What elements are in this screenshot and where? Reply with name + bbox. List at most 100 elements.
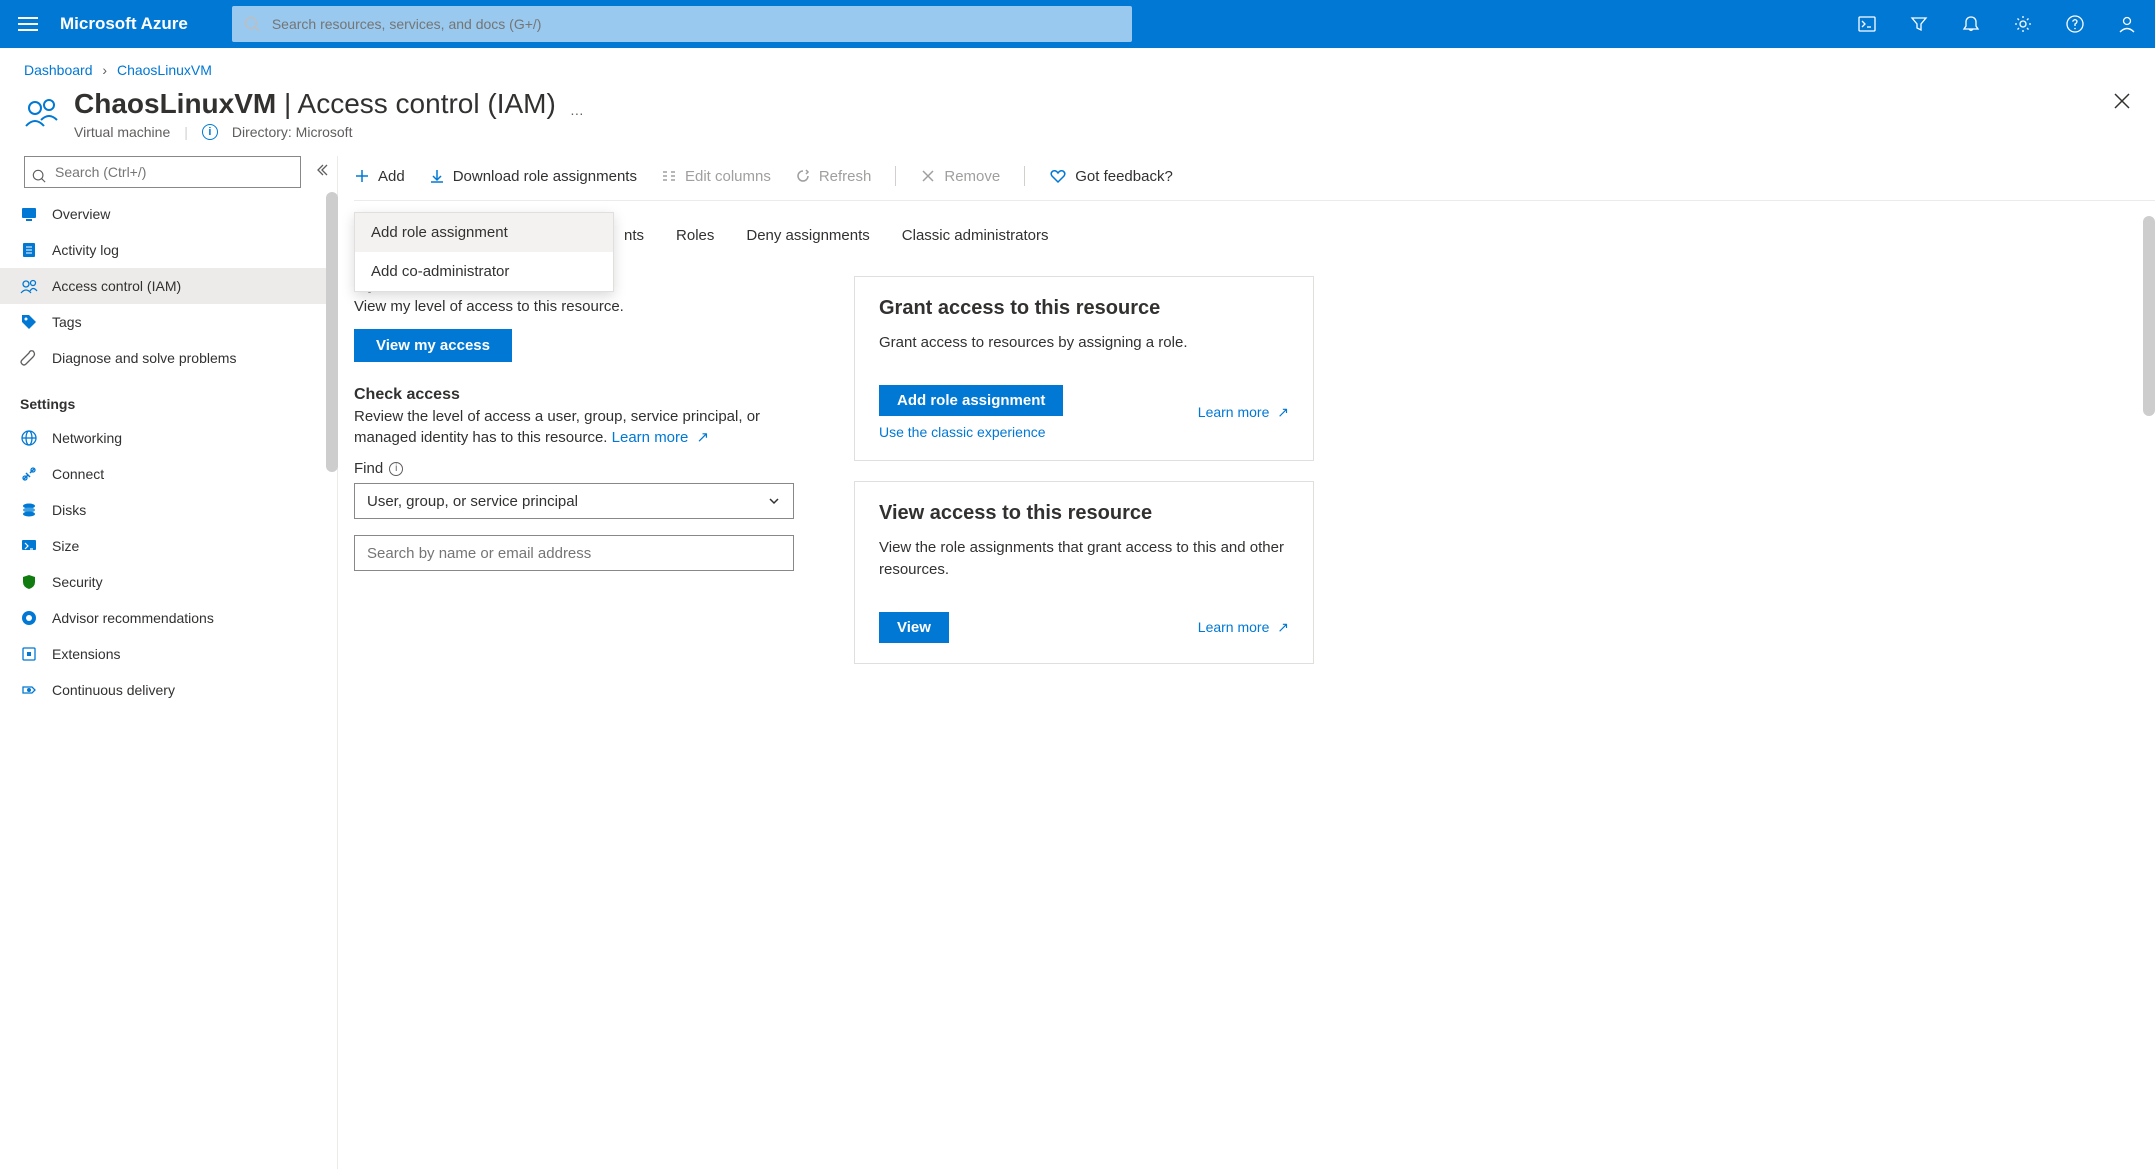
main-scrollbar[interactable] [2143,216,2155,416]
sidebar-section-settings: Settings [0,376,337,420]
directory-label: Directory: Microsoft [232,124,353,140]
heart-icon [1049,167,1067,185]
card-grant-learn-more-link[interactable]: Learn more ↗ [1198,404,1289,421]
advisor-icon [20,609,38,627]
sidebar-item-extensions[interactable]: Extensions [0,636,337,672]
sidebar-item-networking[interactable]: Networking [0,420,337,456]
hamburger-menu[interactable] [12,8,44,40]
topbar-icons [1851,8,2143,40]
sidebar-item-access-control[interactable]: Access control (IAM) [0,268,337,304]
close-icon[interactable] [2113,92,2131,110]
add-role-assignment-button[interactable]: Add role assignment [879,385,1063,416]
collapse-sidebar-icon[interactable] [313,162,329,178]
breadcrumb-current[interactable]: ChaosLinuxVM [117,62,212,78]
log-icon [20,241,38,259]
resource-type-icon [24,94,60,130]
sidebar-item-label: Diagnose and solve problems [52,350,236,366]
people-icon [20,277,38,295]
sidebar-search-input[interactable] [24,156,301,188]
download-icon [429,168,445,184]
help-icon[interactable] [2059,8,2091,40]
card-view-desc: View the role assignments that grant acc… [879,537,1289,582]
sidebar-item-advisor[interactable]: Advisor recommendations [0,600,337,636]
find-search-input[interactable] [354,535,794,571]
sidebar-item-label: Continuous delivery [52,682,175,698]
tab-roles[interactable]: Roles [676,227,714,252]
sidebar-item-connect[interactable]: Connect [0,456,337,492]
toolbar-separator [895,166,896,186]
columns-icon [661,168,677,184]
sidebar-item-diagnose[interactable]: Diagnose and solve problems [0,340,337,376]
card-grant-desc: Grant access to resources by assigning a… [879,332,1289,355]
view-my-access-button[interactable]: View my access [354,329,512,362]
size-icon [20,537,38,555]
card-grant-title: Grant access to this resource [879,297,1289,320]
account-icon[interactable] [2111,8,2143,40]
page-header: ChaosLinuxVM | Access control (IAM) Virt… [0,82,2155,156]
find-type-select[interactable]: User, group, or service principal [354,483,794,519]
my-access-desc: View my level of access to this resource… [354,296,794,317]
toolbar-separator [1024,166,1025,186]
monitor-icon [20,205,38,223]
card-view-learn-more-link[interactable]: Learn more ↗ [1198,619,1289,636]
sidebar-item-label: Extensions [52,646,120,662]
sidebar-item-label: Disks [52,502,86,518]
brand-logo[interactable]: Microsoft Azure [60,14,188,34]
cloud-shell-icon[interactable] [1851,8,1883,40]
info-icon[interactable]: i [389,462,403,476]
sidebar-item-label: Connect [52,466,104,482]
toolbar: Add Add role assignment Add co-administr… [354,156,2155,201]
check-access-learn-more-link[interactable]: Learn more ↗ [612,429,709,446]
right-column: Grant access to this resource Grant acce… [854,276,1314,684]
sidebar-item-disks[interactable]: Disks [0,492,337,528]
sidebar-item-label: Overview [52,206,110,222]
cd-icon [20,681,38,699]
sidebar-item-overview[interactable]: Overview [0,196,337,232]
plus-icon [354,168,370,184]
settings-icon[interactable] [2007,8,2039,40]
sidebar-item-label: Access control (IAM) [52,278,181,294]
chevron-down-icon [767,494,781,508]
main-content: Add Add role assignment Add co-administr… [338,156,2155,1169]
sidebar-item-size[interactable]: Size [0,528,337,564]
content-row: My access View my level of access to thi… [354,276,2155,684]
breadcrumb-root[interactable]: Dashboard [24,62,93,78]
find-label: Find i [354,460,794,477]
toolbar-refresh-button[interactable]: Refresh [795,168,872,185]
toolbar-download-button[interactable]: Download role assignments [429,168,637,185]
breadcrumb: Dashboard › ChaosLinuxVM [0,48,2155,82]
sidebar-scrollbar[interactable] [326,192,338,472]
tabs: nts Roles Deny assignments Classic admin… [354,201,2155,252]
sidebar-item-activity-log[interactable]: Activity log [0,232,337,268]
tab-role-assignments-partial[interactable]: nts [624,227,644,252]
notifications-icon[interactable] [1955,8,1987,40]
global-search-input[interactable] [232,6,1132,42]
sidebar-item-security[interactable]: Security [0,564,337,600]
use-classic-experience-link[interactable]: Use the classic experience [879,424,1046,440]
close-icon [920,168,936,184]
external-link-icon: ↗ [1277,404,1289,421]
dropdown-item-add-co-administrator[interactable]: Add co-administrator [355,252,613,291]
toolbar-remove-button[interactable]: Remove [920,168,1000,185]
external-link-icon: ↗ [697,427,710,448]
sidebar-item-continuous-delivery[interactable]: Continuous delivery [0,672,337,708]
info-icon[interactable]: i [202,124,218,140]
tab-deny-assignments[interactable]: Deny assignments [746,227,869,252]
disks-icon [20,501,38,519]
more-menu-icon[interactable]: … [570,102,584,118]
directory-filter-icon[interactable] [1903,8,1935,40]
toolbar-edit-columns-button[interactable]: Edit columns [661,168,771,185]
sidebar-search-wrap [0,156,337,196]
dropdown-item-add-role-assignment[interactable]: Add role assignment [355,213,613,252]
toolbar-add-button[interactable]: Add Add role assignment Add co-administr… [354,168,405,185]
check-access-title: Check access [354,386,794,404]
view-button[interactable]: View [879,612,949,643]
card-footer: Add role assignment Use the classic expe… [879,385,1289,440]
shield-icon [20,573,38,591]
content-layout: Overview Activity log Access control (IA… [0,156,2155,1169]
toolbar-feedback-button[interactable]: Got feedback? [1049,167,1173,185]
sidebar-item-tags[interactable]: Tags [0,304,337,340]
globe-icon [20,429,38,447]
tab-classic-administrators[interactable]: Classic administrators [902,227,1049,252]
refresh-icon [795,168,811,184]
